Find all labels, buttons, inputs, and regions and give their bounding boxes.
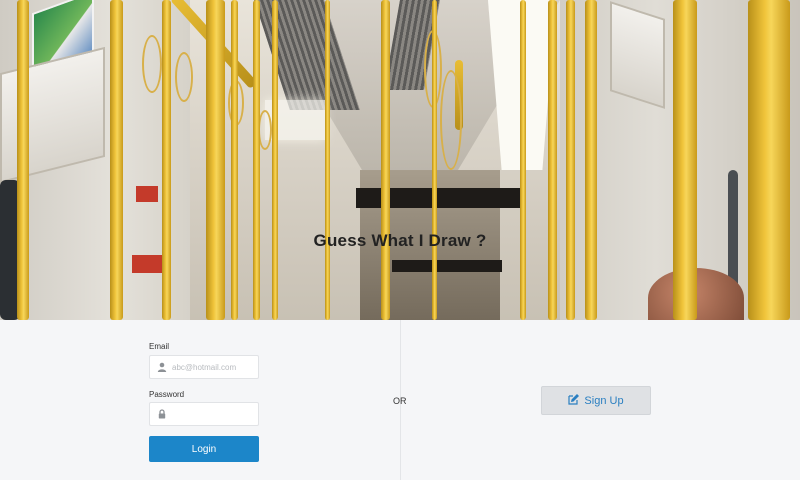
email-label: Email — [149, 342, 170, 351]
destination-sign-far — [392, 260, 502, 272]
pole — [432, 0, 437, 320]
password-input[interactable] — [172, 409, 258, 419]
pole — [231, 0, 238, 320]
alarm-sign — [136, 186, 158, 202]
email-field[interactable] — [149, 355, 259, 379]
page-title: Guess What I Draw ? — [313, 231, 487, 250]
password-field[interactable] — [149, 402, 259, 426]
ad-poster-right — [610, 1, 665, 109]
pole — [585, 0, 597, 320]
pole — [381, 0, 390, 320]
pole — [272, 0, 278, 320]
pole — [548, 0, 557, 320]
hero-background: Guess What I Draw ? — [0, 0, 800, 320]
pole — [17, 0, 29, 320]
emergency-sign — [132, 255, 162, 273]
pole — [748, 0, 790, 320]
edit-icon — [568, 393, 580, 408]
lock-icon — [156, 408, 168, 420]
user-icon — [156, 361, 168, 373]
pole — [673, 0, 697, 320]
pole — [110, 0, 123, 320]
pole — [325, 0, 330, 320]
pole — [253, 0, 260, 320]
password-label: Password — [149, 390, 185, 399]
hand-strap-2 — [175, 52, 193, 102]
or-separator: OR — [393, 396, 407, 406]
signup-button[interactable]: Sign Up — [541, 386, 651, 415]
login-button[interactable]: Login — [149, 436, 259, 462]
pole — [566, 0, 575, 320]
pole — [162, 0, 171, 320]
pole — [206, 0, 225, 320]
hand-strap — [142, 35, 162, 93]
pole — [520, 0, 526, 320]
signup-label: Sign Up — [584, 394, 624, 407]
hand-strap-4 — [258, 110, 272, 150]
hand-strap-6 — [440, 70, 462, 170]
email-input[interactable] — [172, 362, 258, 372]
